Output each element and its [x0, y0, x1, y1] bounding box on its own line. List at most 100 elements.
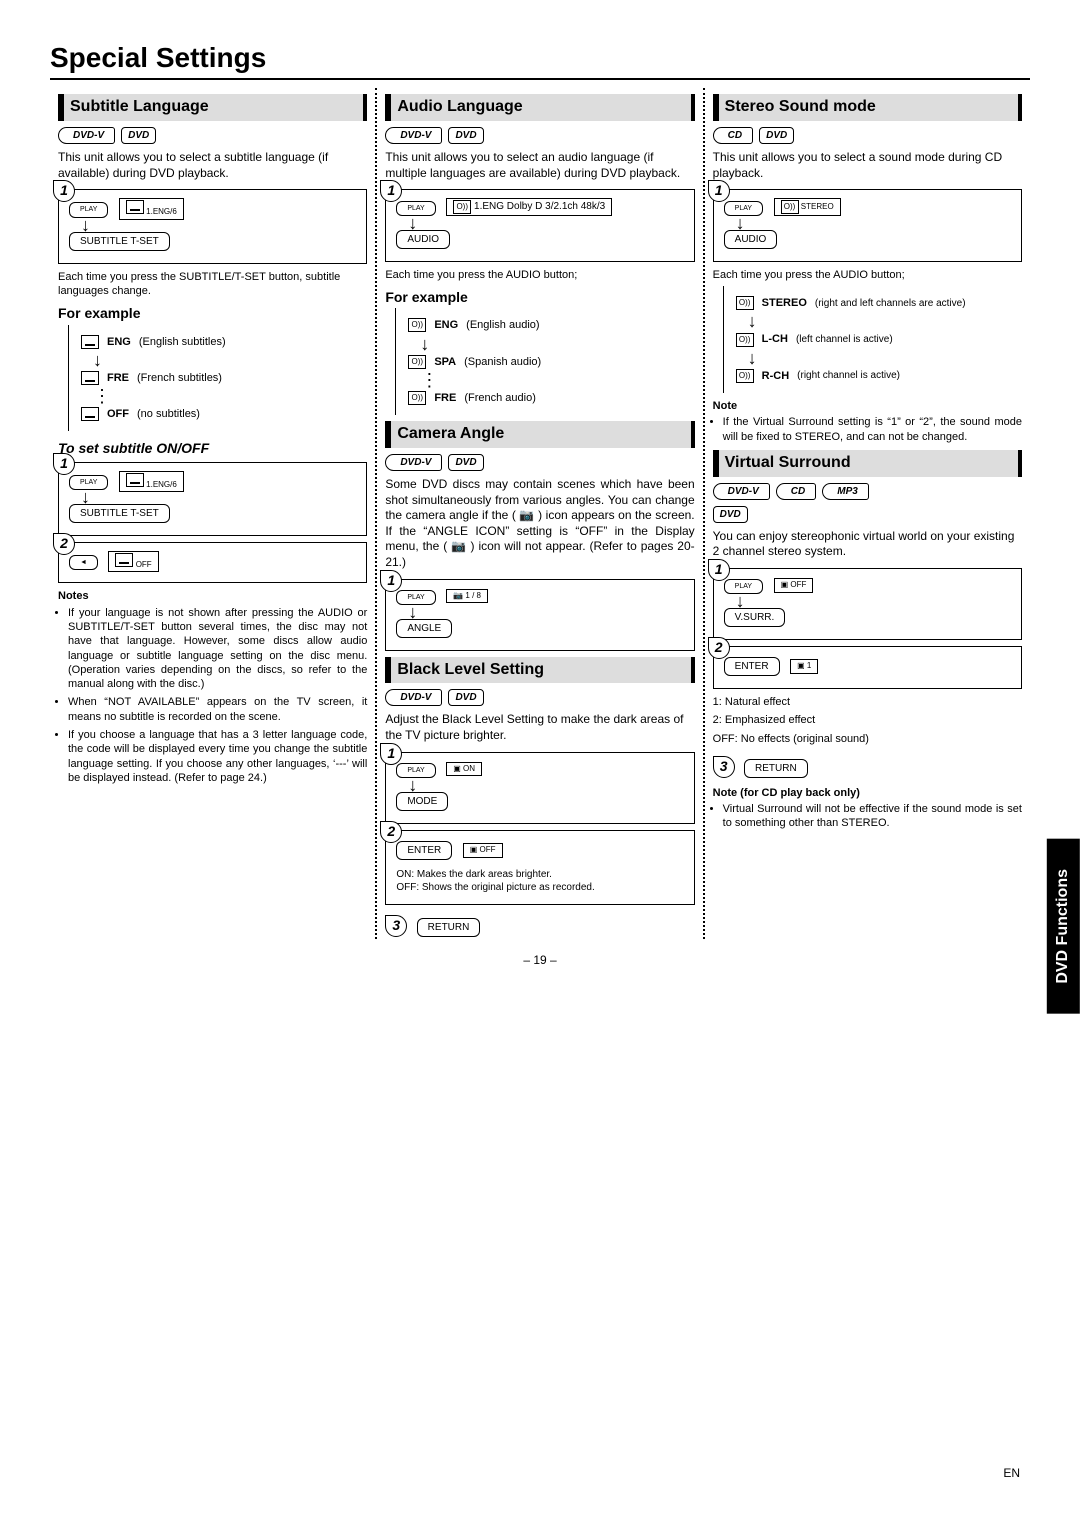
vs-text: You can enjoy stereophonic virtual world… [713, 529, 1022, 560]
col-subtitle: Subtitle Language DVD-V DVD This unit al… [50, 88, 375, 938]
step-1-icon: 1 [53, 453, 75, 475]
bl-off-text: OFF: Shows the original picture as recor… [396, 881, 683, 894]
audio-icon: O)) [408, 355, 426, 369]
stereo-note: If the Virtual Surround setting is “1” o… [713, 415, 1022, 444]
language-code: EN [1003, 1466, 1020, 1482]
arrow-down-icon: ↓ [81, 492, 356, 502]
columns: Subtitle Language DVD-V DVD This unit al… [50, 88, 1030, 938]
example-off: OFF(no subtitles) [81, 407, 367, 421]
heading-subtitle-language: Subtitle Language [58, 94, 367, 121]
cd-note: Virtual Surround will not be effective i… [713, 802, 1022, 831]
arrow-down-icon: ⋮ [420, 375, 694, 385]
effect-2: 2: Emphasized effect [713, 713, 1022, 727]
badge-dvdv: DVD-V [58, 127, 115, 144]
step-1-icon: 1 [708, 180, 730, 202]
arrow-down-icon: ↓ [408, 607, 683, 617]
audio-icon: O)) [408, 391, 426, 405]
caption-stereo: Each time you press the AUDIO button; [713, 268, 1022, 282]
subtitle-icon [81, 371, 99, 385]
arrow-down-icon: ↓ [93, 355, 367, 365]
col-stereo: Stereo Sound mode CD DVD This unit allow… [703, 88, 1030, 938]
arrow-down-icon: ↓ [736, 596, 1011, 606]
step-3-icon: 3 [385, 915, 407, 937]
audio-icon: O)) [736, 333, 754, 347]
caption-audio: Each time you press the AUDIO button; [385, 268, 694, 282]
heading-virtual-surround: Virtual Surround [713, 450, 1022, 477]
blacklevel-text: Adjust the Black Level Setting to make t… [385, 712, 694, 743]
badge-dvd: DVD [713, 506, 748, 523]
enter-button: ENTER [724, 657, 780, 676]
intro-stereo: This unit allows you to select a sound m… [713, 150, 1022, 181]
badge-dvd: DVD [448, 127, 483, 144]
osd-display: ▣ OFF [463, 843, 503, 857]
diagram-onoff-1: 1 PLAY 1.ENG/6 ↓ SUBTITLE T-SET [58, 462, 367, 536]
notes-list: If your language is not shown after pres… [58, 606, 367, 786]
left-button: ◄ [69, 555, 98, 570]
step-1-icon: 1 [53, 180, 75, 202]
modes-flow: O))STEREO(right and left channels are ac… [723, 286, 1022, 393]
osd-display: ▣ ON [446, 762, 482, 776]
mode-stereo: O))STEREO(right and left channels are ac… [736, 296, 1022, 310]
step-1-icon: 1 [380, 570, 402, 592]
vsurr-button: V.SURR. [724, 608, 786, 627]
diagram-angle-1: 1 PLAY 📷 1 / 8 ↓ ANGLE [385, 579, 694, 651]
heading-black-level: Black Level Setting [385, 657, 694, 684]
step-3-icon: 3 [713, 756, 735, 778]
page-number: – 19 – [50, 953, 1030, 969]
col-audio: Audio Language DVD-V DVD This unit allow… [375, 88, 702, 938]
step-2-icon: 2 [708, 637, 730, 659]
example-fre: O))FRE(French audio) [408, 391, 694, 405]
badge-dvdv: DVD-V [385, 689, 442, 706]
arrow-down-icon: ↓ [420, 339, 694, 349]
osd-display: 1.ENG/6 [119, 471, 184, 492]
subtitle-button: SUBTITLE T-SET [69, 504, 170, 523]
page-title: Special Settings [50, 40, 1030, 80]
audio-button: AUDIO [396, 230, 450, 249]
enter-button: ENTER [396, 841, 452, 860]
badge-dvdv: DVD-V [713, 483, 770, 500]
osd-display: 1.ENG/6 [119, 198, 184, 219]
example-eng: ENG(English subtitles) [81, 335, 367, 349]
example-flow: ENG(English subtitles) ↓ FRE(French subt… [68, 325, 367, 432]
return-button: RETURN [744, 759, 808, 778]
badge-dvd: DVD [121, 127, 156, 144]
note-item: If you choose a language that has a 3 le… [68, 728, 367, 785]
note-item: If your language is not shown after pres… [68, 606, 367, 692]
osd-display: ▣ 1 [790, 659, 818, 673]
diagram-vs-1: 1 PLAY ▣ OFF ↓ V.SURR. [713, 568, 1022, 640]
subtitle-icon [81, 407, 99, 421]
intro-subtitle: This unit allows you to select a subtitl… [58, 150, 367, 181]
badge-dvd: DVD [759, 127, 794, 144]
note-head: Note [713, 399, 1022, 413]
arrow-down-icon: ↓ [748, 353, 1022, 363]
notes-head: Notes [58, 589, 367, 603]
example-fre: FRE(French subtitles) [81, 371, 367, 385]
arrow-down-icon: ↓ [736, 218, 1011, 228]
diagram-subtitle-1: 1 PLAY 1.ENG/6 ↓ SUBTITLE T-SET [58, 189, 367, 263]
diagram-stereo-1: 1 PLAY O)) STEREO ↓ AUDIO [713, 189, 1022, 261]
step-1-icon: 1 [380, 180, 402, 202]
diagram-audio-1: 1 PLAY O)) 1.ENG Dolby D 3/2.1ch 48k/3 ↓… [385, 189, 694, 261]
badge-dvd: DVD [448, 689, 483, 706]
audio-icon: O)) [736, 369, 754, 383]
onoff-head: To set subtitle ON/OFF [58, 439, 367, 457]
badge-cd: CD [713, 127, 753, 144]
arrow-down-icon: ⋮ [93, 391, 367, 401]
example-spa: O))SPA(Spanish audio) [408, 355, 694, 369]
diagram-onoff-2: 2 ◄ OFF [58, 542, 367, 583]
step-2-icon: 2 [53, 533, 75, 555]
note-item: If the Virtual Surround setting is “1” o… [723, 415, 1022, 444]
mode-button: MODE [396, 792, 448, 811]
diagram-bl-1: 1 PLAY ▣ ON ↓ MODE [385, 752, 694, 824]
osd-display: ▣ OFF [774, 578, 814, 592]
osd-display: OFF [108, 551, 158, 572]
mode-lch: O))L-CH(left channel is active) [736, 332, 1022, 346]
note-item: Virtual Surround will not be effective i… [723, 802, 1022, 831]
heading-camera-angle: Camera Angle [385, 421, 694, 448]
side-tab-dvd-functions: DVD Functions [1047, 839, 1080, 1014]
badge-dvdv: DVD-V [385, 454, 442, 471]
bl-on-text: ON: Makes the dark areas brighter. [396, 868, 683, 881]
subtitle-icon [81, 335, 99, 349]
badge-dvd: DVD [448, 454, 483, 471]
step-2-icon: 2 [380, 821, 402, 843]
